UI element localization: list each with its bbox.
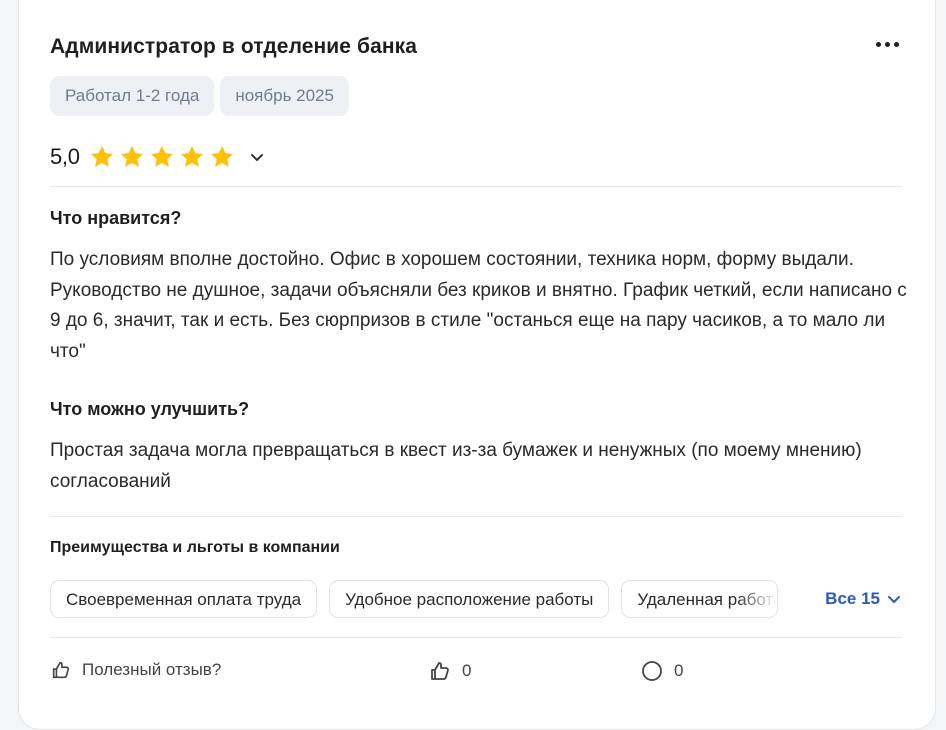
comment-icon [642, 661, 662, 681]
show-all-benefits-button[interactable]: Все 15 [825, 580, 902, 618]
review-title: Администратор в отделение банка [50, 35, 418, 58]
likes-count: 0 [462, 661, 472, 680]
star-icon [180, 145, 203, 167]
show-all-label: Все 15 [825, 589, 880, 608]
divider [50, 186, 902, 187]
rating-stars [88, 143, 236, 171]
comments-button[interactable]: 0 [640, 659, 683, 683]
improve-text: Простая задача могла превращаться в квес… [50, 440, 862, 492]
likes-heading: Что нравится? [50, 208, 182, 228]
helpful-label: Полезный отзыв? [82, 660, 222, 679]
benefit-chips: Своевременная оплата труда Удобное распо… [50, 580, 779, 618]
like-button[interactable]: 0 [428, 659, 471, 683]
star-icon [120, 145, 143, 167]
likes-text: По условиям вполне достойно. Офис в хоро… [50, 249, 907, 362]
dot [884, 41, 890, 47]
divider [50, 516, 902, 517]
improve-heading: Что можно улучшить? [50, 399, 250, 419]
benefit-chip[interactable]: Удобное расположение работы [329, 580, 610, 618]
chevron-down-icon [888, 596, 900, 603]
star-icon [90, 145, 113, 167]
benefit-chip[interactable]: Удаленная работа [621, 580, 779, 618]
benefit-chip[interactable]: Своевременная оплата труда [50, 580, 318, 618]
tag-review-date: ноябрь 2025 [220, 76, 349, 116]
star-icon [150, 145, 173, 167]
review-tags: Работал 1-2 года ноябрь 2025 [50, 76, 349, 116]
review-card: Администратор в отделение банка Работал … [18, 0, 936, 730]
dot [893, 41, 899, 47]
thumb-icon [431, 662, 449, 680]
comments-count: 0 [674, 661, 684, 680]
tag-work-duration: Работал 1-2 года [50, 76, 215, 116]
star-icon [210, 145, 233, 167]
more-options-button[interactable] [872, 29, 902, 59]
rating-row: 5,0 [50, 143, 270, 171]
benefits-heading: Преимущества и льготы в компании [50, 539, 340, 556]
rating-value: 5,0 [50, 144, 80, 169]
thumb-up-icon [52, 661, 70, 679]
helpful-review[interactable]: Полезный отзыв? [50, 659, 221, 681]
chevron-down-icon [250, 154, 263, 161]
rating-expand-button[interactable] [244, 144, 270, 170]
dot [875, 41, 881, 47]
divider [50, 637, 902, 638]
review-footer: Полезный отзыв? 0 0 [50, 659, 910, 689]
